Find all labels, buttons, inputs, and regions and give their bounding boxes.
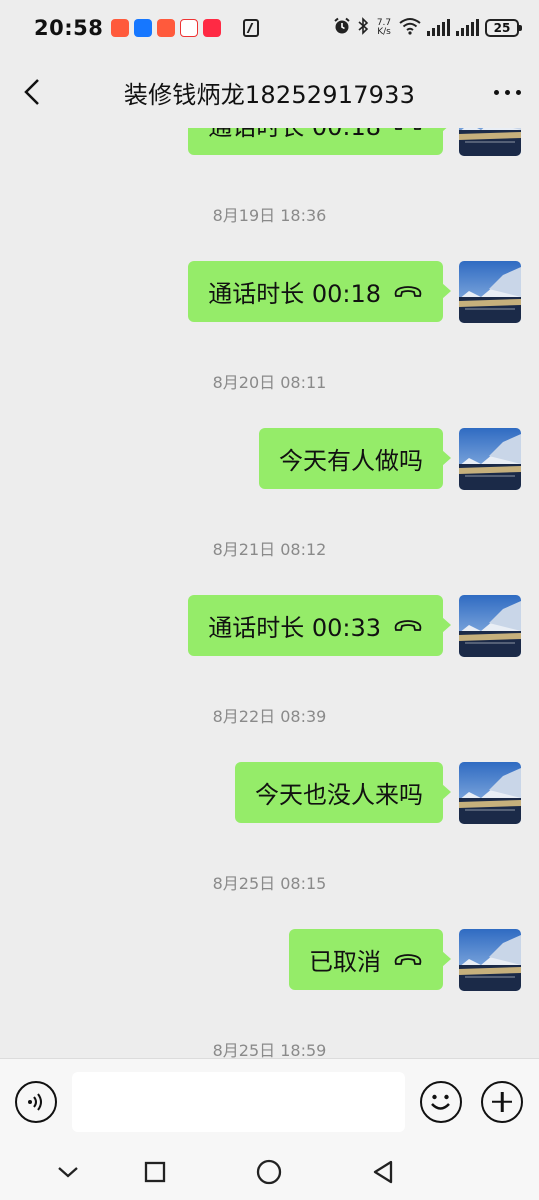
- message-bubble[interactable]: 今天也没人来吗: [235, 762, 451, 823]
- nav-back-button[interactable]: [369, 1158, 397, 1186]
- more-functions-button[interactable]: [481, 1080, 523, 1123]
- message-timestamp: 8月21日 08:12: [212, 540, 327, 559]
- message-text: 今天有人做吗: [279, 447, 423, 475]
- call-record-bubble[interactable]: 通话时长 00:18: [188, 261, 451, 322]
- message-row: 已取消: [289, 929, 521, 991]
- message-row: 通话时长 00:18: [188, 128, 521, 156]
- message-timestamp: 8月25日 08:15: [212, 874, 327, 893]
- avatar[interactable]: [459, 128, 521, 156]
- message-row: 通话时长 00:18: [188, 261, 521, 323]
- network-speed: 7.7 K/s: [375, 19, 393, 37]
- recents-icon: [144, 1161, 166, 1183]
- status-bar: 20:58 7.7 K/s 25: [0, 0, 539, 56]
- more-dots-icon: [493, 89, 499, 95]
- message-text: 通话时长 00:18: [208, 280, 381, 308]
- nfc-icon: [243, 19, 260, 37]
- tmall-icon: [203, 19, 222, 37]
- back-button[interactable]: [0, 56, 64, 128]
- page-title: 装修钱炳龙18252917933: [123, 80, 416, 109]
- avatar[interactable]: [459, 929, 521, 991]
- input-bar: [0, 1058, 539, 1144]
- phone-hangup-icon: [393, 619, 423, 633]
- chat-messages[interactable]: 通话时长 00:18 8月19日 18:36 通话时长 00:18 8月20日 …: [0, 128, 539, 1058]
- app-icon: [180, 19, 199, 37]
- wifi-icon: [399, 17, 421, 39]
- message-timestamp: 8月19日 18:36: [212, 206, 327, 225]
- avatar[interactable]: [459, 595, 521, 657]
- status-time: 20:58: [34, 16, 104, 40]
- bluetooth-icon: [357, 17, 369, 39]
- notification-icons: [111, 19, 222, 37]
- chevron-down-icon: [58, 1167, 78, 1178]
- message-timestamp: 8月20日 08:11: [212, 373, 327, 392]
- message-row: 今天也没人来吗: [235, 762, 521, 824]
- message-text: 通话时长 00:33: [208, 614, 381, 642]
- emoji-icon: [431, 1094, 450, 1110]
- message-text: 已取消: [309, 948, 381, 976]
- avatar[interactable]: [459, 428, 521, 490]
- message-text: 通话时长 00:18: [208, 128, 381, 142]
- signal-icon: [456, 19, 479, 36]
- message-input[interactable]: [72, 1071, 405, 1132]
- emoji-button[interactable]: [420, 1080, 462, 1123]
- taobao-icon: [111, 19, 130, 37]
- call-record-bubble[interactable]: 已取消: [289, 929, 451, 990]
- nav-recents-button[interactable]: [141, 1158, 169, 1186]
- chevron-left-icon: [24, 79, 39, 105]
- message-bubble[interactable]: 今天有人做吗: [259, 428, 451, 489]
- alarm-icon: [333, 17, 351, 39]
- message-timestamp: 8月22日 08:39: [212, 707, 327, 726]
- voice-icon: [28, 1092, 42, 1111]
- avatar[interactable]: [459, 261, 521, 323]
- network-speed-unit: K/s: [377, 27, 391, 37]
- message-row: 今天有人做吗: [259, 428, 521, 490]
- message-bubble[interactable]: 通话时长 00:18: [188, 128, 451, 155]
- nav-home-button[interactable]: [255, 1158, 283, 1186]
- system-nav-bar: [0, 1144, 539, 1200]
- voice-button[interactable]: [15, 1080, 57, 1123]
- chat-header: 装修钱炳龙18252917933: [0, 56, 539, 128]
- phone-hangup-icon: [393, 953, 423, 967]
- more-button[interactable]: [475, 56, 539, 128]
- battery-level: 25: [493, 21, 511, 35]
- battery-icon: 25: [485, 19, 522, 37]
- taobao-icon: [157, 19, 176, 37]
- message-row: 通话时长 00:33: [188, 595, 521, 657]
- phone-hangup-icon: [393, 285, 423, 299]
- message-text: 今天也没人来吗: [255, 781, 423, 809]
- phone-hangup-icon: [393, 128, 423, 132]
- nav-hide-button[interactable]: [54, 1158, 82, 1186]
- alipay-icon: [134, 19, 153, 37]
- back-icon: [373, 1160, 393, 1184]
- home-icon: [256, 1159, 282, 1185]
- message-timestamp: 8月25日 18:59: [212, 1041, 327, 1058]
- avatar[interactable]: [459, 762, 521, 824]
- call-record-bubble[interactable]: 通话时长 00:33: [188, 595, 451, 656]
- signal-icon: [427, 19, 450, 36]
